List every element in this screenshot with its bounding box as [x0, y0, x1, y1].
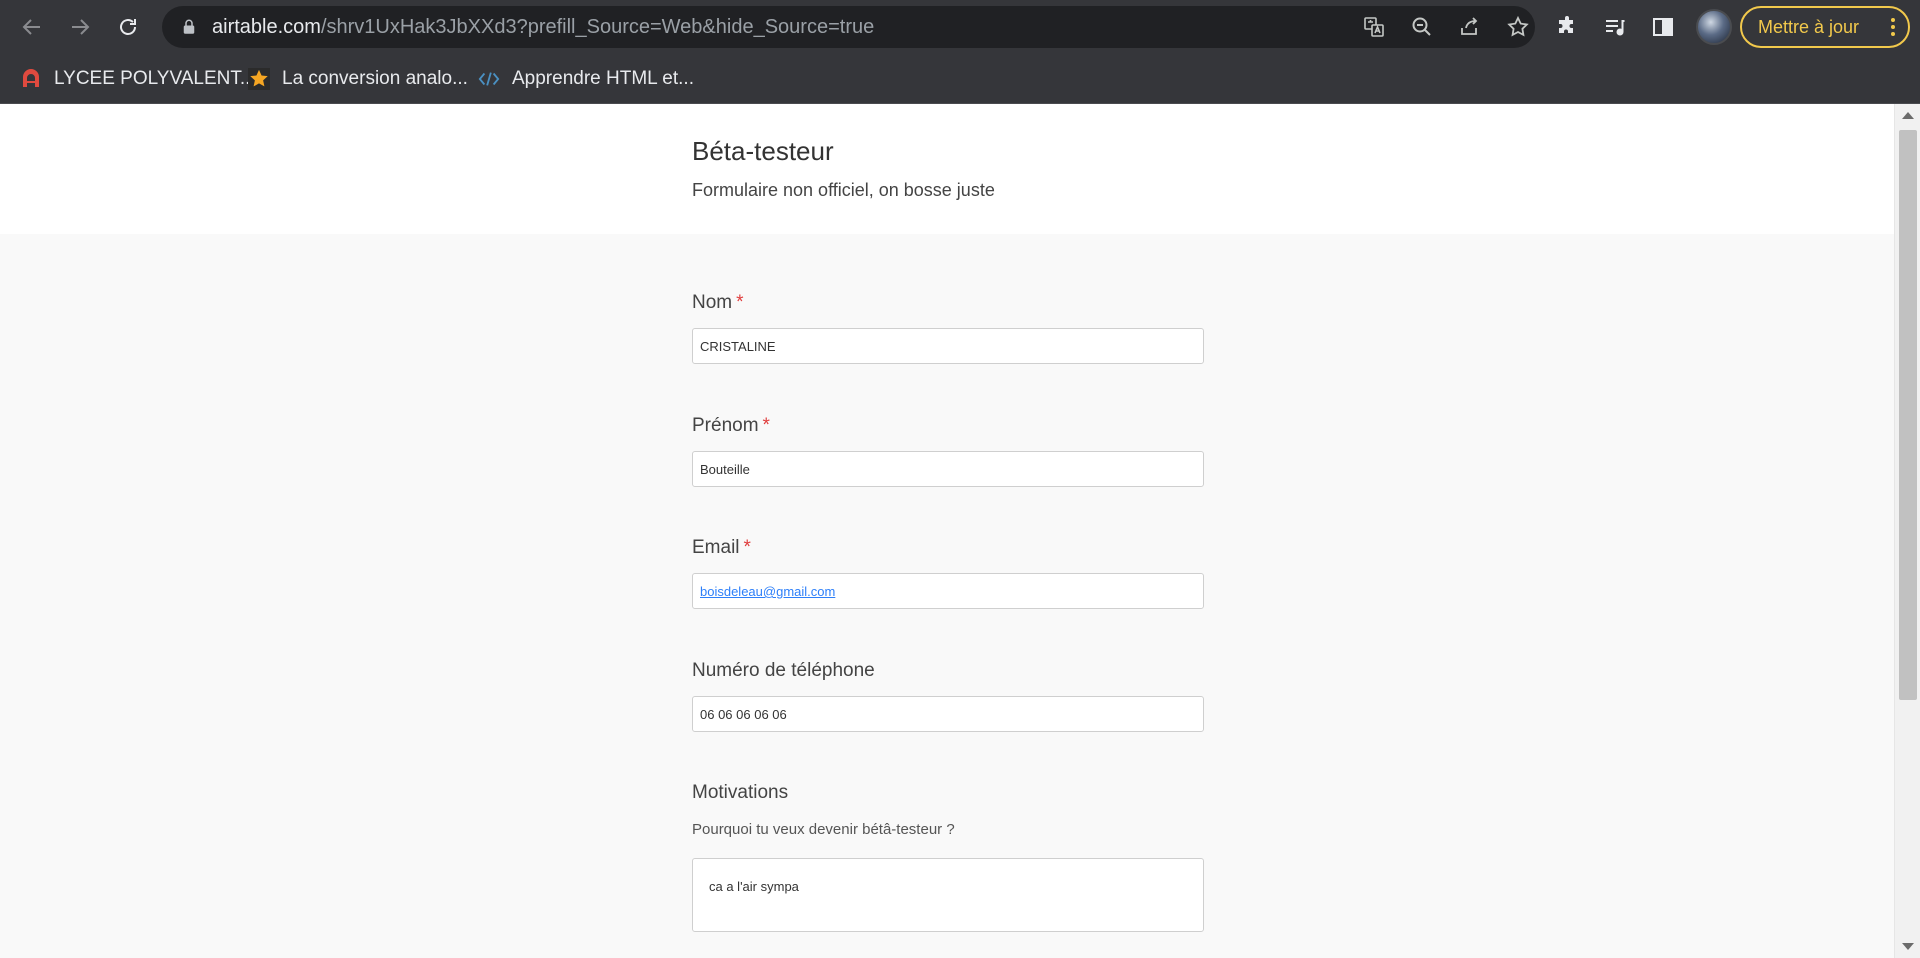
required-mark: * [743, 537, 751, 558]
side-panel-icon [1653, 18, 1673, 36]
page-scrollbar[interactable] [1894, 104, 1920, 958]
motivations-textarea[interactable]: ca a l'air sympa [692, 858, 1204, 932]
form-header: Béta-testeur Formulaire non officiel, on… [0, 104, 1894, 234]
lycee-logo-icon [20, 68, 42, 90]
profile-avatar[interactable] [1696, 9, 1732, 45]
bookmark-star-icon[interactable] [1506, 15, 1530, 39]
field-label-motivations: Motivations [692, 782, 788, 804]
arrow-right-icon [72, 19, 90, 35]
bookmark-conversion[interactable]: La conversion analo... [248, 64, 468, 94]
forward-button[interactable] [62, 9, 98, 45]
required-mark: * [736, 292, 744, 313]
scroll-thumb[interactable] [1899, 130, 1917, 700]
bookmarks-bar: LYCEE POLYVALENT... La conversion analo.… [0, 54, 1920, 104]
reload-icon [120, 19, 136, 35]
arrow-left-icon [22, 19, 40, 35]
side-panel-button[interactable] [1649, 13, 1677, 41]
field-label-text: Motivations [692, 782, 789, 803]
field-label-prenom: Prénom * [692, 415, 770, 437]
extensions-button[interactable] [1553, 13, 1581, 41]
field-label-text: Email [692, 537, 740, 558]
back-button[interactable] [14, 9, 50, 45]
form-description: Formulaire non officiel, on bosse juste [692, 180, 995, 200]
form-title: Béta-testeur [692, 136, 834, 166]
url-text[interactable]: airtable.com/shrv1UxHak3JbXXd3?prefill_S… [212, 16, 874, 39]
update-button[interactable]: Mettre à jour [1740, 6, 1910, 48]
translate-icon[interactable] [1362, 15, 1386, 39]
bookmark-label: LYCEE POLYVALENT... [54, 68, 256, 89]
required-mark: * [762, 415, 770, 436]
reload-button[interactable] [110, 9, 146, 45]
playlist-icon [1606, 20, 1625, 36]
field-label-text: Prénom [692, 415, 759, 436]
field-label-text: Nom [692, 292, 733, 313]
prenom-input[interactable]: Bouteille [692, 451, 1204, 487]
nom-input[interactable]: CRISTALINE [692, 328, 1204, 364]
field-label-email: Email * [692, 537, 751, 559]
code-icon [478, 68, 500, 90]
star-icon [248, 68, 270, 90]
puzzle-icon [1559, 16, 1573, 33]
bookmark-label: La conversion analo... [282, 68, 468, 89]
field-label-nom: Nom * [692, 292, 744, 314]
field-label-text: Numéro de téléphone [692, 660, 875, 681]
scroll-down-arrow-icon[interactable] [1902, 943, 1914, 950]
bookmark-label: Apprendre HTML et... [512, 68, 694, 89]
media-control-button[interactable] [1601, 13, 1629, 41]
telephone-input[interactable]: 06 06 06 06 06 [692, 696, 1204, 732]
browser-toolbar: airtable.com/shrv1UxHak3JbXXd3?prefill_S… [0, 0, 1920, 54]
motivations-help-text: Pourquoi tu veux devenir bétâ-testeur ? [692, 821, 955, 838]
lock-icon [183, 19, 195, 34]
url-host: airtable.com [212, 16, 321, 38]
field-label-telephone: Numéro de téléphone [692, 660, 875, 682]
zoom-out-icon[interactable] [1410, 15, 1434, 39]
update-button-label: Mettre à jour [1758, 16, 1860, 37]
url-path: /shrv1UxHak3JbXXd3?prefill_Source=Web&hi… [320, 16, 875, 38]
more-vert-icon[interactable] [1890, 17, 1896, 37]
bookmark-lycee[interactable]: LYCEE POLYVALENT... [20, 64, 256, 94]
scroll-up-arrow-icon[interactable] [1902, 112, 1914, 119]
address-bar[interactable]: airtable.com/shrv1UxHak3JbXXd3?prefill_S… [162, 6, 1535, 48]
share-icon[interactable] [1458, 15, 1482, 39]
email-input[interactable]: boisdeleau@gmail.com [692, 573, 1204, 609]
bookmark-html[interactable]: Apprendre HTML et... [478, 64, 694, 94]
